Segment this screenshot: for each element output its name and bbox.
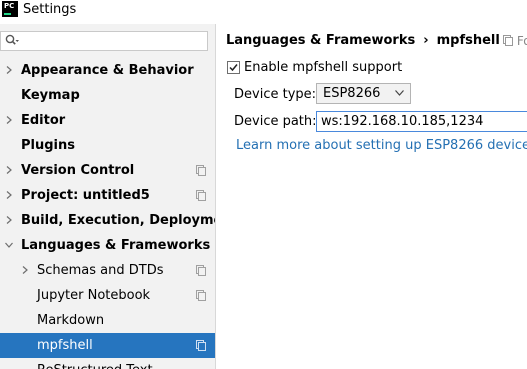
sidebar-item[interactable]: Jupyter Notebook (0, 283, 215, 308)
sidebar-item-label: Markdown (37, 313, 105, 328)
device-type-select[interactable]: ESP8266 (316, 83, 411, 104)
sidebar-item[interactable]: ReStructured Text (0, 358, 215, 369)
breadcrumb-parent: Languages & Frameworks (226, 33, 416, 48)
project-scope-icon (503, 35, 513, 46)
sidebar-item[interactable]: Keymap (0, 83, 215, 108)
sidebar-item-label: Languages & Frameworks (21, 238, 211, 253)
title-bar: PC Settings (0, 0, 527, 24)
sidebar-item-label: Build, Execution, Deployment (21, 213, 215, 228)
device-path-input[interactable] (316, 111, 527, 132)
chevron-right-icon[interactable] (5, 116, 13, 124)
project-level-icon (196, 265, 206, 276)
sidebar-item[interactable]: Version Control (0, 158, 215, 183)
sidebar-item-label: mpfshell (37, 338, 93, 353)
sidebar-item[interactable]: Appearance & Behavior (0, 58, 215, 83)
device-path-label: Device path: (234, 114, 317, 129)
sidebar-item[interactable]: Plugins (0, 133, 215, 158)
enable-mpfshell-checkbox[interactable] (227, 61, 240, 74)
sidebar-item[interactable]: mpfshell (0, 333, 215, 358)
mpfshell-settings-panel: Languages & Frameworks › mpfshell Fo Enabl… (216, 24, 527, 369)
breadcrumb-separator: › (423, 33, 429, 48)
pycharm-logo-icon: PC (2, 1, 18, 17)
search-icon[interactable] (5, 34, 19, 48)
sidebar-item-label: Appearance & Behavior (21, 63, 194, 78)
chevron-right-icon[interactable] (5, 191, 13, 199)
sidebar-item[interactable]: Schemas and DTDs (0, 258, 215, 283)
sidebar-item-label: Project: untitled5 (21, 188, 150, 203)
sidebar-item-label: Jupyter Notebook (37, 288, 151, 303)
sidebar-item-label: Editor (21, 113, 66, 128)
chevron-right-icon[interactable] (5, 216, 13, 224)
sidebar-item[interactable]: Markdown (0, 308, 215, 333)
sidebar-item[interactable]: Project: untitled5 (0, 183, 215, 208)
window-title: Settings (23, 2, 77, 17)
project-scope-indicator: Fo (503, 34, 527, 48)
sidebar-item-label: Plugins (21, 138, 75, 153)
chevron-down-icon (395, 90, 404, 96)
project-level-icon (196, 165, 206, 176)
project-scope-label: Fo (516, 34, 527, 48)
sidebar-item[interactable]: Editor (0, 108, 215, 133)
sidebar-item-label: Version Control (21, 163, 135, 178)
project-level-icon (196, 190, 206, 201)
search-input[interactable] (0, 31, 208, 51)
sidebar-item-label: Schemas and DTDs (37, 263, 164, 278)
chevron-right-icon[interactable] (5, 166, 13, 174)
learn-more-link[interactable]: Learn more about setting up ESP8266 devi… (236, 138, 527, 153)
project-level-icon (196, 290, 206, 301)
sidebar-item-label: ReStructured Text (37, 358, 153, 369)
sidebar-item-label: Keymap (21, 88, 80, 103)
chevron-right-icon[interactable] (5, 66, 13, 74)
chevron-right-icon[interactable] (21, 266, 29, 274)
sidebar-item[interactable]: Languages & Frameworks (0, 233, 215, 258)
checkmark-icon (229, 64, 238, 72)
breadcrumb: Languages & Frameworks › mpfshell (226, 33, 500, 48)
device-type-value: ESP8266 (323, 86, 381, 101)
device-type-label: Device type: (234, 87, 317, 102)
settings-sidebar: Appearance & Behavior Keymap Editor Plugins… (0, 24, 216, 369)
project-level-icon (196, 340, 206, 351)
enable-mpfshell-label[interactable]: Enable mpfshell support (244, 60, 402, 75)
sidebar-item[interactable]: Build, Execution, Deployment (0, 208, 215, 233)
breadcrumb-current: mpfshell (436, 33, 500, 48)
chevron-down-icon[interactable] (5, 241, 13, 249)
